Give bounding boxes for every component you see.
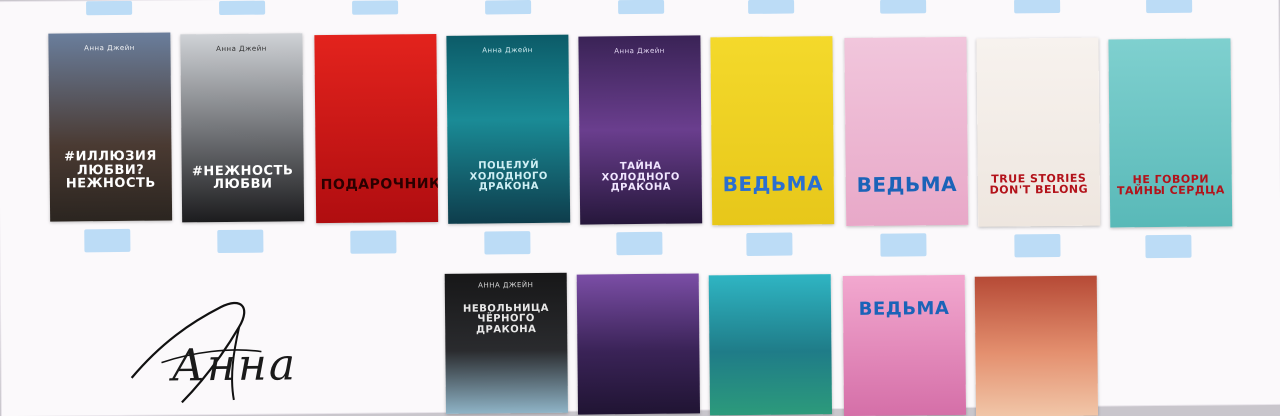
tab-8[interactable] bbox=[1014, 233, 1061, 258]
book-author bbox=[845, 48, 967, 49]
book-title: НЕ ГОВОРИ ТАЙНЫ СЕРДЦА bbox=[1116, 172, 1225, 198]
book-author bbox=[711, 47, 833, 48]
book-title: ПОЦЕЛУЙ ХОЛОДНОГО ДРАКОНА bbox=[469, 160, 548, 193]
book-title: ПОДАРОЧНИК bbox=[320, 176, 439, 194]
book-author: Анна Джейн bbox=[482, 46, 533, 55]
book-title: НЕВОЛЬНИЦА ЧЁРНОГО ДРАКОНА bbox=[462, 302, 550, 336]
book-title: TRUE STORIES DON'T BELONG bbox=[989, 171, 1089, 198]
tab-top-6[interactable] bbox=[748, 0, 795, 14]
tab-top-2[interactable] bbox=[219, 0, 266, 16]
book-title: ВЕДЬМА bbox=[722, 171, 824, 197]
book-title bbox=[583, 391, 695, 392]
book-author: АННА ДЖЕЙН bbox=[478, 281, 534, 290]
book-author bbox=[1109, 50, 1231, 51]
book-title: ВЕДЬМА bbox=[856, 171, 958, 197]
tab-top-7[interactable] bbox=[880, 0, 927, 14]
book-author bbox=[975, 284, 1097, 285]
tab-top-8[interactable] bbox=[1014, 0, 1061, 14]
book-title bbox=[715, 392, 827, 393]
signature-text: Анна bbox=[171, 339, 298, 392]
page: Анна Джейн #ИЛЛЮЗИЯ ЛЮБВИ? НЕЖНОСТЬ Анна… bbox=[0, 0, 1280, 416]
book-author bbox=[577, 282, 699, 283]
book-cover-2[interactable]: Анна Джейн #НЕЖНОСТЬ ЛЮБВИ bbox=[180, 33, 305, 223]
tab-9[interactable] bbox=[1145, 234, 1192, 259]
tab-top-4[interactable] bbox=[485, 0, 532, 15]
book-cover-10[interactable]: АННА ДЖЕЙН НЕВОЛЬНИЦА ЧЁРНОГО ДРАКОНА bbox=[444, 272, 569, 414]
tab-top-3[interactable] bbox=[352, 0, 399, 15]
book-title: ТАЙНА ХОЛОДНОГО ДРАКОНА bbox=[601, 161, 680, 194]
book-author bbox=[843, 283, 965, 284]
book-cover-9[interactable]: НЕ ГОВОРИ ТАЙНЫ СЕРДЦА bbox=[1108, 38, 1233, 228]
book-cover-4[interactable]: Анна Джейн ПОЦЕЛУЙ ХОЛОДНОГО ДРАКОНА bbox=[446, 34, 571, 224]
tab-top-1[interactable] bbox=[86, 0, 133, 16]
tab-2[interactable] bbox=[217, 229, 264, 254]
tab-4[interactable] bbox=[484, 231, 531, 255]
book-author: Анна Джейн bbox=[614, 47, 665, 56]
tab-3[interactable] bbox=[350, 230, 397, 254]
book-cover-13[interactable]: ВЕДЬМА bbox=[842, 274, 967, 416]
book-title: #ИЛЛЮЗИЯ ЛЮБВИ? НЕЖНОСТЬ bbox=[64, 148, 157, 192]
book-cover-5[interactable]: Анна Джейн ТАЙНА ХОЛОДНОГО ДРАКОНА bbox=[578, 35, 703, 225]
book-author bbox=[314, 45, 436, 46]
tab-1[interactable] bbox=[84, 228, 131, 253]
book-cover-1[interactable]: Анна Джейн #ИЛЛЮЗИЯ ЛЮБВИ? НЕЖНОСТЬ bbox=[48, 32, 173, 222]
book-title bbox=[981, 393, 1093, 394]
book-cover-12[interactable] bbox=[708, 274, 833, 416]
book-cover-11[interactable] bbox=[576, 273, 701, 415]
book-author bbox=[709, 283, 831, 284]
book-cover-8[interactable]: TRUE STORIES DON'T BELONG bbox=[976, 37, 1101, 227]
book-cover-7[interactable]: ВЕДЬМА bbox=[844, 36, 969, 227]
book-cover-3[interactable]: ПОДАРОЧНИК bbox=[314, 33, 439, 224]
tab-5[interactable] bbox=[616, 231, 663, 256]
book-cover-14[interactable] bbox=[974, 275, 1099, 416]
book-author: Анна Джейн bbox=[216, 44, 267, 54]
tab-top-9[interactable] bbox=[1146, 0, 1193, 14]
tab-top-5[interactable] bbox=[618, 0, 665, 15]
tab-7[interactable] bbox=[880, 233, 927, 257]
book-author: Анна Джейн bbox=[84, 44, 135, 53]
book-title: ВЕДЬМА bbox=[858, 298, 950, 321]
book-author bbox=[977, 49, 1099, 50]
book-title: #НЕЖНОСТЬ ЛЮБВИ bbox=[191, 162, 294, 193]
tab-6[interactable] bbox=[746, 232, 793, 256]
book-cover-6[interactable]: ВЕДЬМА bbox=[710, 36, 835, 226]
catalog-sheet: Анна Джейн #ИЛЛЮЗИЯ ЛЮБВИ? НЕЖНОСТЬ Анна… bbox=[0, 0, 1280, 416]
